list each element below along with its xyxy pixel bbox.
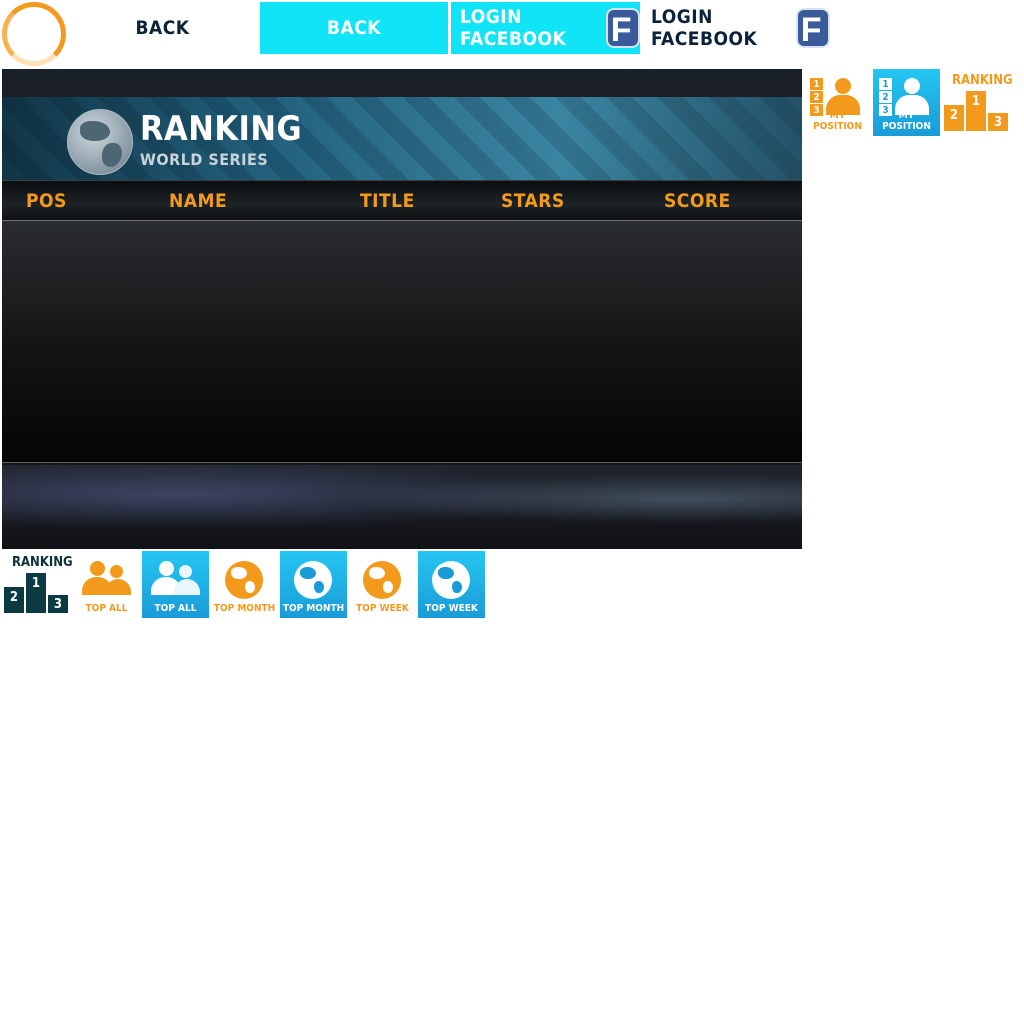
globe-icon: [294, 561, 332, 599]
globe-land-shape: [231, 567, 247, 579]
ranking-button[interactable]: RANKING 1 2 3: [942, 69, 1013, 136]
ranking-button-dark[interactable]: RANKING 1 2 3: [2, 551, 73, 618]
top-month-button[interactable]: TOP MONTH: [211, 551, 278, 618]
podium-third: 3: [48, 595, 68, 613]
back-button-highlighted-label: BACK: [326, 17, 382, 39]
ranking-label: RANKING: [12, 555, 73, 570]
ranking-subtitle: WORLD SERIES: [140, 150, 269, 169]
top-month-label: TOP MONTH: [282, 603, 345, 614]
facebook-icon: f: [796, 8, 830, 48]
group-icon: [90, 561, 105, 576]
globe-icon: [432, 561, 470, 599]
group-icon-body: [105, 579, 131, 595]
my-position-button[interactable]: 1 2 3 MY POSITION: [804, 69, 871, 136]
podium-second: 2: [4, 587, 24, 613]
column-title[interactable]: TITLE: [360, 190, 415, 212]
globe-land-shape: [314, 581, 324, 593]
top-week-button-selected[interactable]: TOP WEEK: [418, 551, 485, 618]
podium-first: 1: [26, 573, 46, 613]
column-stars[interactable]: STARS: [501, 190, 565, 212]
group-icon: [110, 565, 123, 578]
my-position-label: MY POSITION: [882, 110, 931, 132]
podium-third: 3: [988, 113, 1008, 131]
group-icon-body: [174, 579, 200, 595]
login-facebook-label: LOGIN FACEBOOK: [460, 6, 567, 50]
column-score[interactable]: SCORE: [664, 190, 731, 212]
ranking-title: RANKING: [140, 109, 303, 149]
column-pos[interactable]: POS: [26, 190, 67, 212]
globe-icon: [363, 561, 401, 599]
top-all-button[interactable]: TOP ALL: [73, 551, 140, 618]
loading-spinner-icon: [2, 2, 66, 66]
globe-icon: [67, 109, 133, 175]
top-month-label: TOP MONTH: [213, 603, 276, 614]
back-button[interactable]: BACK: [80, 4, 245, 52]
top-all-label: TOP ALL: [154, 603, 197, 614]
my-position-label: MY POSITION: [813, 110, 862, 132]
ranking-list[interactable]: [2, 221, 802, 463]
globe-land-shape: [80, 121, 110, 141]
person-icon: [904, 78, 920, 94]
globe-land-shape: [245, 581, 255, 593]
back-button-highlighted[interactable]: BACK: [260, 2, 448, 54]
ranking-footer-band: [2, 465, 802, 549]
top-all-label: TOP ALL: [85, 603, 128, 614]
person-icon: [835, 78, 851, 94]
group-icon: [159, 561, 174, 576]
podium-first: 1: [966, 91, 986, 131]
ranking-label: RANKING: [952, 73, 1013, 88]
globe-land-shape: [369, 567, 385, 579]
globe-land-shape: [438, 567, 454, 579]
globe-icon: [225, 561, 263, 599]
top-week-button[interactable]: TOP WEEK: [349, 551, 416, 618]
login-facebook-button[interactable]: LOGIN FACEBOOK f: [645, 4, 830, 52]
back-button-label: BACK: [135, 17, 190, 39]
globe-land-shape: [452, 581, 462, 593]
login-facebook-label: LOGIN FACEBOOK: [651, 6, 758, 50]
top-all-button-selected[interactable]: TOP ALL: [142, 551, 209, 618]
top-month-button-selected[interactable]: TOP MONTH: [280, 551, 347, 618]
facebook-icon: f: [606, 8, 640, 48]
column-name[interactable]: NAME: [169, 190, 227, 212]
column-header-row: POS NAME TITLE STARS SCORE: [2, 180, 802, 221]
login-facebook-button-highlighted[interactable]: LOGIN FACEBOOK f: [451, 2, 640, 54]
globe-land-shape: [300, 567, 316, 579]
top-week-label: TOP WEEK: [356, 603, 409, 614]
ranking-panel: RANKING WORLD SERIES POS NAME TITLE STAR…: [2, 69, 802, 549]
top-week-label: TOP WEEK: [425, 603, 478, 614]
my-position-button-selected[interactable]: 1 2 3 MY POSITION: [873, 69, 940, 136]
group-icon: [179, 565, 192, 578]
globe-land-shape: [383, 581, 393, 593]
podium-second: 2: [944, 105, 964, 131]
